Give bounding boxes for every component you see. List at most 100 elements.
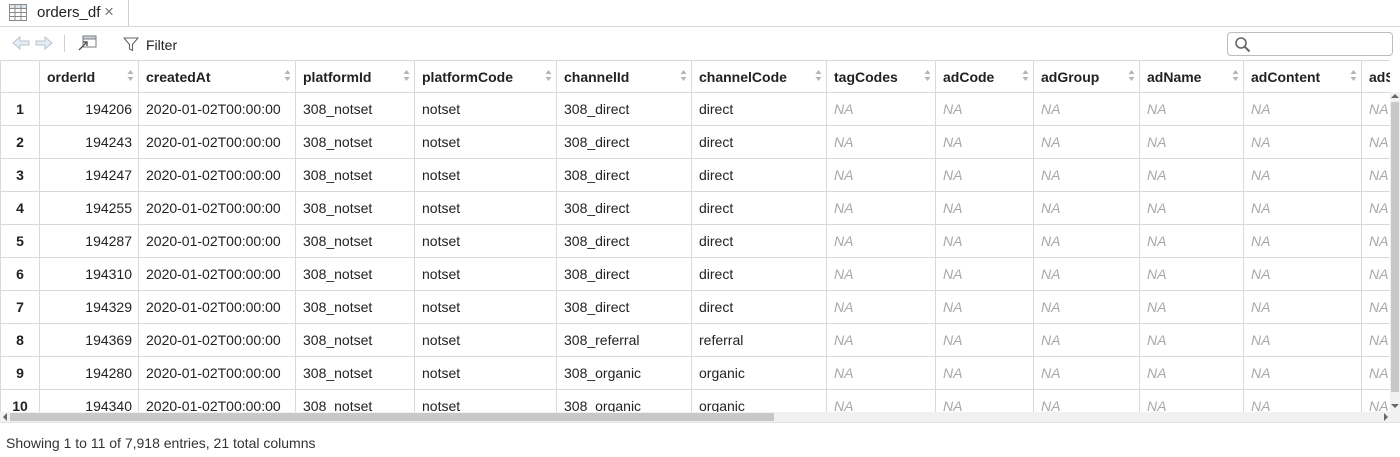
row-number: 8 <box>0 323 40 357</box>
scroll-up-icon[interactable] <box>1391 92 1399 100</box>
table-row[interactable]: 7 194329 2020-01-02T00:00:00 308_notset nots… <box>0 290 1390 324</box>
na-cell: NA <box>1033 257 1140 291</box>
sort-icon[interactable] <box>545 68 552 83</box>
sort-icon[interactable] <box>815 68 822 83</box>
search-box[interactable] <box>1227 32 1393 56</box>
column-header[interactable]: channelId <box>556 60 692 93</box>
column-header[interactable]: platformCode <box>414 60 557 93</box>
filter-label: Filter <box>146 37 178 53</box>
na-cell: NA <box>1243 257 1362 291</box>
table-row[interactable]: 8 194369 2020-01-02T00:00:00 308_notset nots… <box>0 323 1390 357</box>
sort-icon[interactable] <box>1350 68 1357 83</box>
column-header[interactable]: channelCode <box>691 60 827 93</box>
na-cell: NA <box>1243 158 1362 192</box>
table-cell: notset <box>414 389 557 412</box>
table-row[interactable]: 4 194255 2020-01-02T00:00:00 308_notset nots… <box>0 191 1390 225</box>
na-cell: NA <box>826 290 936 324</box>
table-cell: 2020-01-02T00:00:00 <box>138 257 296 291</box>
na-cell: NA <box>1033 224 1140 258</box>
table-cell: 2020-01-02T00:00:00 <box>138 224 296 258</box>
sort-icon[interactable] <box>284 68 291 83</box>
na-cell: NA <box>1139 191 1244 225</box>
row-number: 7 <box>0 290 40 324</box>
back-arrow-icon[interactable] <box>10 34 32 52</box>
na-cell: NA <box>826 356 936 390</box>
table-row[interactable]: 9 194280 2020-01-02T00:00:00 308_notset nots… <box>0 356 1390 390</box>
table-cell: 308_notset <box>295 323 415 357</box>
table-row[interactable]: 10 194340 2020-01-02T00:00:00 308_notset not… <box>0 389 1390 412</box>
vertical-scroll-thumb[interactable] <box>1391 102 1399 392</box>
popout-icon[interactable] <box>77 34 99 52</box>
na-cell: NA <box>1139 158 1244 192</box>
scroll-left-icon[interactable] <box>1 413 9 421</box>
na-cell: NA <box>1243 356 1362 390</box>
search-input[interactable] <box>1254 35 1390 53</box>
table-row[interactable]: 2 194243 2020-01-02T00:00:00 308_notset nots… <box>0 125 1390 159</box>
na-cell: NA <box>1139 290 1244 324</box>
column-header[interactable]: orderId <box>39 60 139 93</box>
table-cell: 2020-01-02T00:00:00 <box>138 356 296 390</box>
table-cell: 194340 <box>39 389 139 412</box>
na-cell: NA <box>935 257 1034 291</box>
column-header-label: platformId <box>303 68 372 85</box>
column-header[interactable]: adSe <box>1361 60 1390 93</box>
table-row[interactable]: 5 194287 2020-01-02T00:00:00 308_notset nots… <box>0 224 1390 258</box>
na-cell: NA <box>1033 290 1140 324</box>
table-row[interactable]: 1 194206 2020-01-02T00:00:00 308_notset nots… <box>0 92 1390 126</box>
scroll-down-icon[interactable] <box>1391 402 1399 410</box>
column-header-label: channelCode <box>699 68 787 85</box>
table-row[interactable]: 6 194310 2020-01-02T00:00:00 308_notset nots… <box>0 257 1390 291</box>
table-row[interactable]: 3 194247 2020-01-02T00:00:00 308_notset nots… <box>0 158 1390 192</box>
table-cell: referral <box>691 323 827 357</box>
sort-icon[interactable] <box>1232 68 1239 83</box>
column-header-label: platformCode <box>422 68 513 85</box>
sort-icon[interactable] <box>680 68 687 83</box>
sort-icon[interactable] <box>403 68 410 83</box>
na-cell: NA <box>1033 125 1140 159</box>
column-header[interactable]: tagCodes <box>826 60 936 93</box>
row-number: 10 <box>0 389 40 412</box>
scroll-right-icon[interactable] <box>1382 413 1390 421</box>
sort-icon[interactable] <box>924 68 931 83</box>
table-cell: direct <box>691 290 827 324</box>
na-cell: NA <box>935 389 1034 412</box>
table-cell: 2020-01-02T00:00:00 <box>138 191 296 225</box>
forward-arrow-icon[interactable] <box>33 34 55 52</box>
column-header[interactable]: adContent <box>1243 60 1362 93</box>
sort-icon[interactable] <box>1022 68 1029 83</box>
na-cell: NA <box>1243 389 1362 412</box>
na-cell: NA <box>935 356 1034 390</box>
na-cell: NA <box>935 224 1034 258</box>
column-header[interactable]: adCode <box>935 60 1034 93</box>
table-cell: organic <box>691 356 827 390</box>
na-cell: NA <box>1243 290 1362 324</box>
row-number: 1 <box>0 92 40 126</box>
na-cell: NA <box>1139 224 1244 258</box>
horizontal-scroll-thumb[interactable] <box>10 413 774 421</box>
row-number: 9 <box>0 356 40 390</box>
column-header[interactable]: adGroup <box>1033 60 1140 93</box>
horizontal-scrollbar[interactable] <box>0 412 1400 422</box>
table-cell: 308_direct <box>556 290 692 324</box>
na-cell: NA <box>1361 191 1390 225</box>
column-header[interactable]: adName <box>1139 60 1244 93</box>
sort-icon[interactable] <box>127 68 134 83</box>
na-cell: NA <box>935 92 1034 126</box>
na-cell: NA <box>1243 323 1362 357</box>
column-header-label: adCode <box>943 68 995 85</box>
sort-icon[interactable] <box>1128 68 1135 83</box>
table-cell: direct <box>691 257 827 291</box>
row-number: 3 <box>0 158 40 192</box>
table-cell: 308_notset <box>295 257 415 291</box>
column-header-label: adName <box>1147 68 1202 85</box>
column-header[interactable]: createdAt <box>138 60 296 93</box>
column-header[interactable]: platformId <box>295 60 415 93</box>
tab-orders-df[interactable]: orders_df × <box>0 0 129 26</box>
vertical-scrollbar[interactable] <box>1390 92 1400 412</box>
table-cell: 308_direct <box>556 191 692 225</box>
na-cell: NA <box>935 125 1034 159</box>
na-cell: NA <box>1033 356 1140 390</box>
table-cell: 2020-01-02T00:00:00 <box>138 125 296 159</box>
na-cell: NA <box>1361 92 1390 126</box>
close-icon[interactable]: × <box>104 2 114 22</box>
